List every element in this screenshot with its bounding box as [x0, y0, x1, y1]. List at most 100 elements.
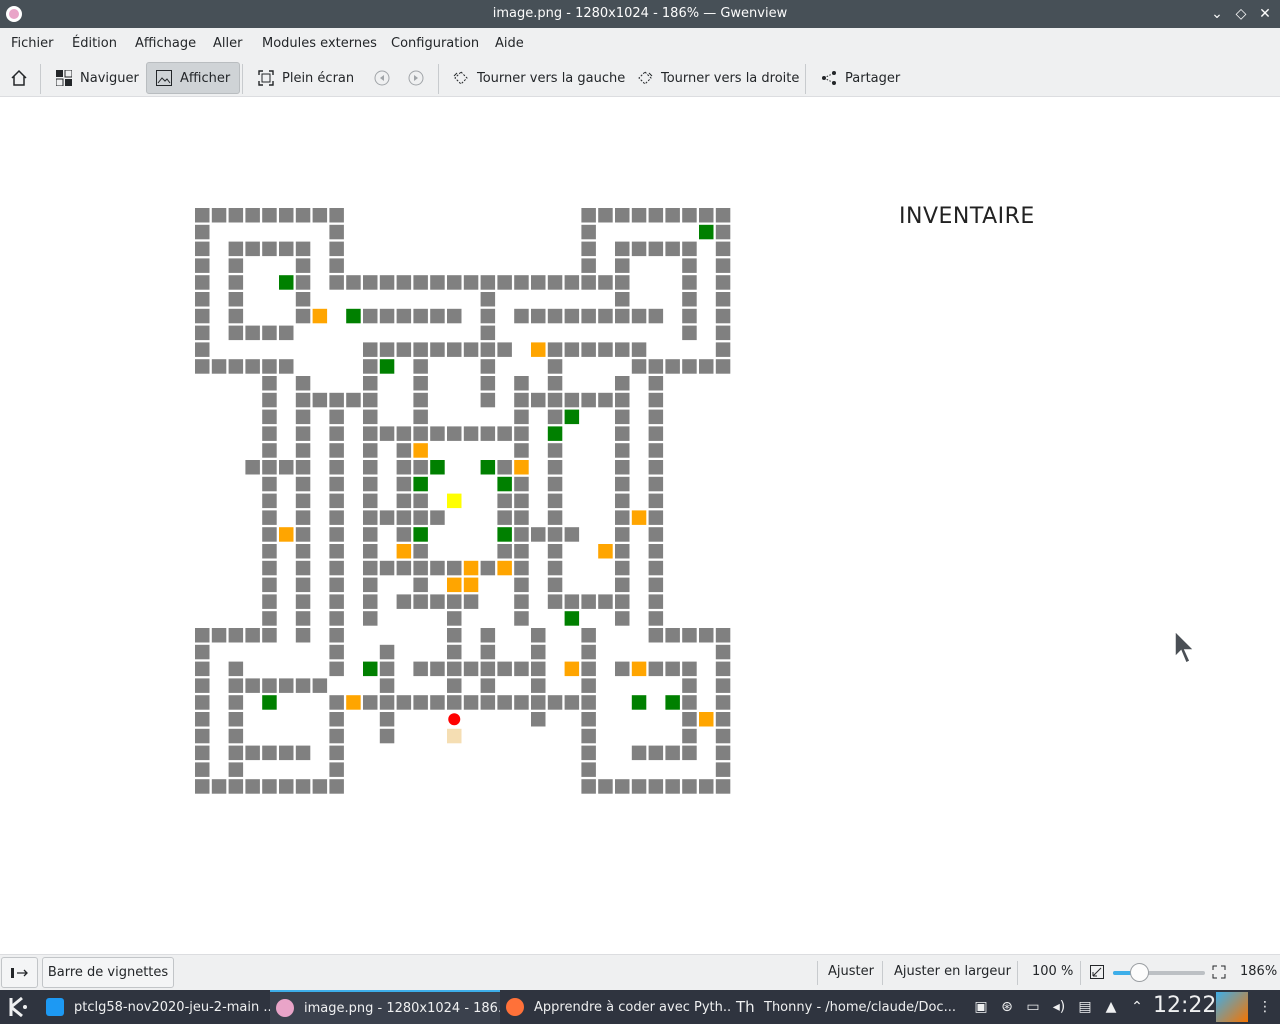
maze-wall-tile: [631, 359, 647, 374]
fit-width-button[interactable]: Ajuster en largeur: [894, 964, 1011, 979]
menu-aide[interactable]: Aide: [495, 36, 524, 51]
maze-wall-tile: [195, 241, 210, 257]
maze-wall-tile: [430, 308, 445, 324]
maze-wall-tile: [581, 308, 596, 324]
maze-wall-tile: [547, 409, 563, 425]
task-firefox[interactable]: Apprendre à coder avec Pyth...: [500, 990, 730, 1024]
maze-wall-tile: [295, 308, 311, 324]
display-icon[interactable]: ▭: [1024, 998, 1042, 1016]
image-view[interactable]: INVENTAIRE: [0, 97, 1280, 954]
maze-wall-tile: [547, 275, 563, 290]
grid-icon: [56, 70, 72, 86]
menu-configuration[interactable]: Configuration: [391, 36, 479, 51]
share-button[interactable]: Partager: [821, 62, 900, 94]
maze-wall-tile: [363, 476, 378, 492]
rotate-right-button[interactable]: Tourner vers la droite: [637, 62, 799, 94]
maze-wall-tile: [228, 359, 244, 374]
maze-wall-tile: [228, 728, 244, 744]
zoom-100-button[interactable]: 100 %: [1032, 964, 1073, 979]
maze-wall-tile: [329, 460, 344, 475]
maze-orange-tile: [447, 577, 462, 593]
maze-wall-tile: [396, 560, 412, 576]
browse-button[interactable]: Naviguer: [56, 62, 139, 94]
thumbnail-bar-button[interactable]: Barre de vignettes: [42, 957, 174, 988]
maze-wall-tile: [514, 695, 529, 710]
maze-wall-tile: [648, 359, 664, 374]
zoom-out-icon[interactable]: [1090, 965, 1104, 979]
maze-wall-tile: [195, 728, 210, 744]
maze-wall-tile: [329, 779, 344, 794]
maze-wall-tile: [547, 308, 563, 324]
maze-wall-tile: [648, 409, 664, 425]
mouse-cursor-icon: [1174, 630, 1196, 665]
menu-affichage[interactable]: Affichage: [135, 36, 196, 51]
zoom-slider-handle[interactable]: [1130, 963, 1149, 982]
menu-edition[interactable]: Édition: [72, 36, 117, 51]
maze-orange-tile: [514, 460, 529, 475]
maze-wall-tile: [547, 527, 563, 542]
clock[interactable]: 12:22: [1153, 993, 1216, 1018]
task-thonny[interactable]: Th Thonny - /home/claude/Doc...: [730, 990, 960, 1024]
maze-wall-tile: [413, 510, 428, 525]
volume-icon[interactable]: ◂): [1050, 998, 1068, 1016]
maze-wall-tile: [547, 544, 563, 559]
menu-modules-externes[interactable]: Modules externes: [262, 36, 377, 51]
maze-wall-tile: [295, 544, 311, 559]
previous-button[interactable]: [374, 62, 398, 94]
rotate-left-button[interactable]: Tourner vers la gauche: [453, 62, 625, 94]
maze-wall-tile: [195, 745, 210, 761]
desktop-preview-icon[interactable]: [1216, 992, 1248, 1022]
maze-wall-tile: [497, 426, 512, 441]
fit-button[interactable]: Ajuster: [828, 964, 874, 979]
maze-wall-tile: [715, 241, 731, 257]
maximize-icon[interactable]: ◇: [1231, 4, 1251, 24]
maze-wall-tile: [665, 359, 680, 374]
tray-expand-icon[interactable]: ⌃: [1128, 998, 1146, 1016]
menu-aller[interactable]: Aller: [213, 36, 242, 51]
maze-wall-tile: [312, 678, 328, 693]
maze-wall-tile: [581, 392, 596, 408]
task-gwenview[interactable]: image.png - 1280x1024 - 186...: [270, 990, 500, 1024]
maze-image: [195, 208, 731, 794]
task-label: ptclg58-nov2020-jeu-2-main ...: [74, 999, 270, 1015]
zoom-in-icon[interactable]: [1212, 965, 1226, 979]
task-dolphin[interactable]: ptclg58-nov2020-jeu-2-main ...: [40, 990, 270, 1024]
menu-fichier[interactable]: Fichier: [11, 36, 54, 51]
menu-icon[interactable]: ⋮: [1256, 998, 1274, 1016]
maze-wall-tile: [531, 527, 546, 542]
maze-wall-tile: [547, 577, 563, 593]
zoom-slider[interactable]: [1113, 971, 1205, 975]
maze-wall-tile: [615, 208, 630, 223]
maze-wall-tile: [480, 292, 496, 307]
maze-wall-tile: [615, 409, 630, 425]
maze-wall-tile: [648, 527, 664, 542]
maze-wall-tile: [615, 308, 630, 324]
view-label: Afficher: [180, 70, 231, 86]
minimize-icon[interactable]: ⌄: [1207, 4, 1227, 24]
maze-wall-tile: [228, 762, 244, 777]
chat-icon[interactable]: ▣: [972, 998, 990, 1016]
maze-wall-tile: [262, 426, 277, 441]
maze-wall-tile: [195, 325, 210, 341]
lock-icon[interactable]: ▲: [1102, 998, 1120, 1016]
maze-wall-tile: [648, 577, 664, 593]
maze-wall-tile: [195, 712, 210, 727]
maze-wall-tile: [447, 308, 462, 324]
maze-wall-tile: [329, 544, 344, 559]
browse-label: Naviguer: [80, 70, 139, 86]
maze-wall-tile: [329, 611, 344, 626]
maze-wall-tile: [497, 342, 512, 357]
kde-launcher-icon[interactable]: [6, 995, 30, 1019]
maze-wall-tile: [682, 359, 697, 374]
maze-wall-tile: [295, 678, 311, 693]
clipboard-icon[interactable]: ▤: [1076, 998, 1094, 1016]
fullscreen-button[interactable]: Plein écran: [258, 62, 354, 94]
home-button[interactable]: [10, 62, 36, 94]
sidebar-toggle-button[interactable]: [1, 957, 38, 988]
updates-icon[interactable]: ⊛: [998, 998, 1016, 1016]
maze-wall-tile: [715, 678, 731, 693]
view-button[interactable]: Afficher: [146, 62, 241, 94]
next-button[interactable]: [408, 62, 432, 94]
close-icon[interactable]: ✕: [1255, 4, 1275, 24]
maze-wall-tile: [329, 443, 344, 458]
